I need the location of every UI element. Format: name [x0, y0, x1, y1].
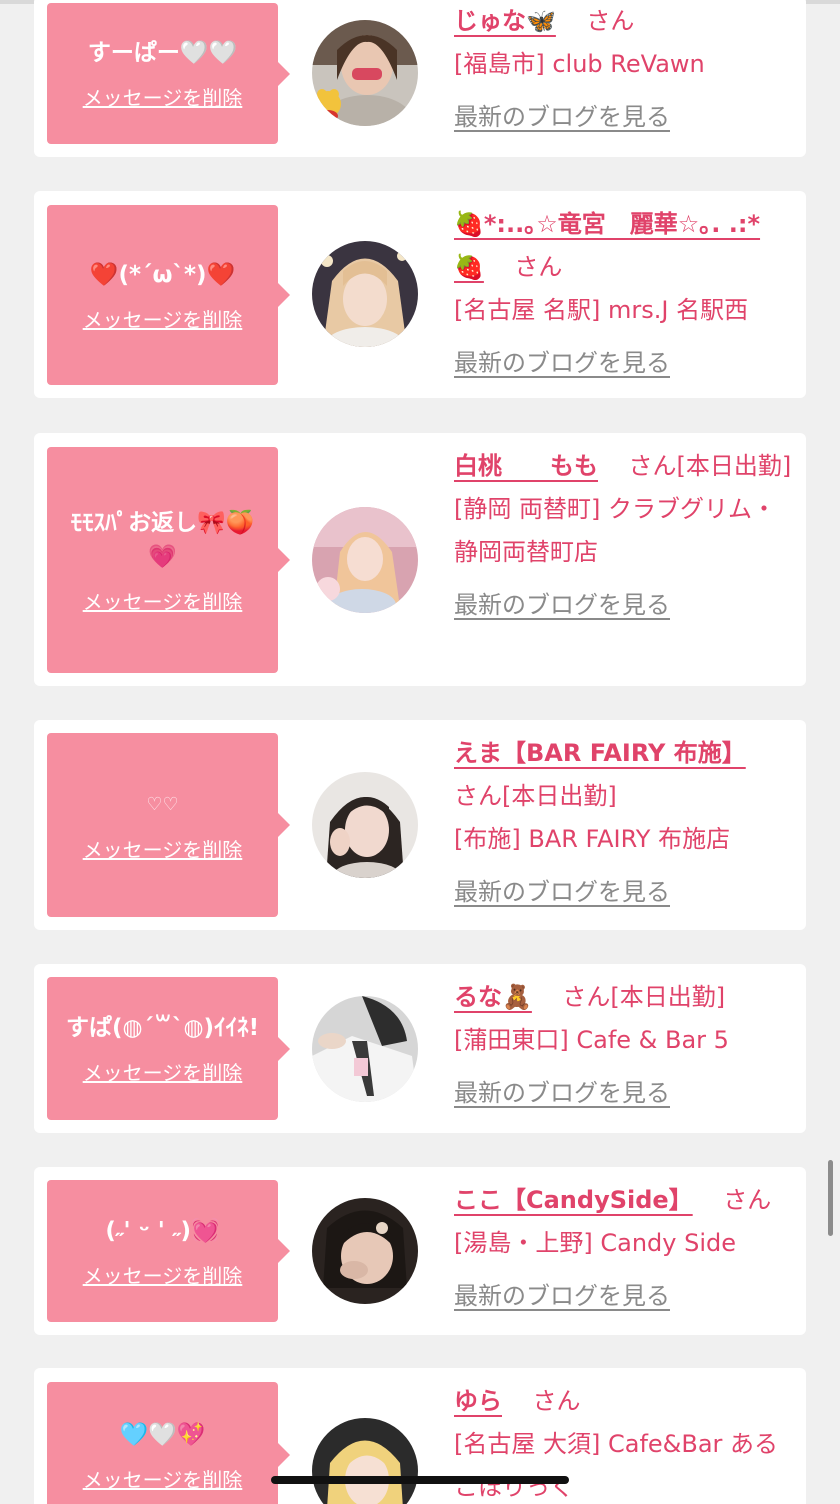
name-line: じゅな🦋 さん — [454, 0, 794, 43]
delete-message-link[interactable]: メッセージを削除 — [83, 1057, 243, 1086]
status-text: [本日出勤] — [676, 452, 792, 480]
status-text: [本日出勤] — [610, 983, 726, 1011]
message-text: ﾓﾓｽﾊﾟお返し🎀🍑💗 — [70, 509, 255, 570]
message-text: すぱ(◍´꒳`◍)ｲｲﾈ! — [65, 1015, 260, 1041]
latest-blog-link[interactable]: 最新のブログを見る — [454, 1275, 670, 1318]
delete-message-link[interactable]: メッセージを削除 — [83, 304, 243, 333]
message-text: ❤️(*´ω`*)❤️ — [89, 261, 236, 288]
message-bubble: ♡♡ メッセージを削除 — [47, 733, 290, 917]
latest-blog-link[interactable]: 最新のブログを見る — [454, 871, 670, 914]
home-indicator — [271, 1476, 569, 1484]
avatar[interactable] — [312, 1418, 418, 1504]
message-bubble: すーぱー🤍🤍 メッセージを削除 — [47, 3, 290, 144]
honorific: さん — [532, 1387, 581, 1415]
cast-info: ここ【CandySide】 さん [湯島・上野] Candy Side 最新のブ… — [454, 1179, 794, 1318]
message-card: すぱ(◍´꒳`◍)ｲｲﾈ! メッセージを削除 るな🧸 さん[本日出勤] [蒲田東… — [34, 964, 806, 1133]
message-bubble: ❤️(*´ω`*)❤️ メッセージを削除 — [47, 205, 290, 385]
cast-name-link[interactable]: ここ【CandySide】 — [454, 1186, 693, 1214]
message-text: ♡♡ — [146, 793, 179, 815]
cast-name-link[interactable]: 白桃 もも — [454, 452, 598, 480]
name-line: えま【BAR FAIRY 布施】 さん[本日出勤] — [454, 732, 794, 818]
honorific: さん — [562, 983, 611, 1011]
honorific: さん — [454, 782, 502, 810]
cast-info: 🍓*:..｡☆竜宮 麗華☆｡. .:*🍓 さん [名古屋 名駅] mrs.J 名… — [454, 203, 794, 385]
delete-message-link[interactable]: メッセージを削除 — [83, 1260, 243, 1289]
area-shop: [湯島・上野] Candy Side — [454, 1229, 736, 1257]
honorific: さん — [586, 7, 635, 35]
avatar-photo — [312, 1198, 418, 1304]
latest-blog-link[interactable]: 最新のブログを見る — [454, 584, 670, 627]
delete-message-link[interactable]: メッセージを削除 — [83, 82, 243, 111]
area-shop: [静岡 両替町] クラブグリム・静岡両替町店 — [454, 495, 776, 566]
message-card: ❤️(*´ω`*)❤️ メッセージを削除 🍓*:..｡☆竜宮 麗華☆｡. .:*… — [34, 191, 806, 398]
message-bubble: (˶' ᵕ ' ˶)💓 メッセージを削除 — [47, 1180, 290, 1322]
cast-name-link[interactable]: 🍓*:..｡☆竜宮 麗華☆｡. .:*🍓 — [454, 210, 760, 281]
name-line: 白桃 もも さん[本日出勤] — [454, 445, 794, 488]
message-text: すーぱー🤍🤍 — [87, 40, 238, 66]
avatar-photo — [312, 996, 418, 1102]
name-line: るな🧸 さん[本日出勤] — [454, 976, 794, 1019]
message-card: (˶' ᵕ ' ˶)💓 メッセージを削除 ここ【CandySide】 さん [湯… — [34, 1167, 806, 1335]
message-card: ♡♡ メッセージを削除 えま【BAR FAIRY 布施】 さん[本日出勤] [布… — [34, 720, 806, 930]
avatar[interactable] — [312, 772, 418, 878]
delete-message-link[interactable]: メッセージを削除 — [83, 834, 243, 863]
avatar-photo — [312, 241, 418, 347]
scrollbar-thumb[interactable] — [828, 1160, 833, 1236]
cast-name-link[interactable]: るな🧸 — [454, 983, 532, 1011]
avatar[interactable] — [312, 507, 418, 613]
avatar-photo — [312, 1418, 418, 1504]
area-shop: [布施] BAR FAIRY 布施店 — [454, 825, 731, 853]
cast-info: 白桃 もも さん[本日出勤] [静岡 両替町] クラブグリム・静岡両替町店 最新… — [454, 445, 794, 627]
avatar[interactable] — [312, 1198, 418, 1304]
avatar[interactable] — [312, 241, 418, 347]
name-line: ここ【CandySide】 さん — [454, 1179, 794, 1222]
area-shop: [名古屋 名駅] mrs.J 名駅西 — [454, 296, 749, 324]
message-text: (˶' ᵕ ' ˶)💓 — [105, 1217, 220, 1244]
avatar-photo — [312, 20, 418, 126]
delete-message-link[interactable]: メッセージを削除 — [83, 1464, 243, 1493]
area-shop: [福島市] club ReVawn — [454, 50, 705, 78]
cast-name-link[interactable]: ゆら — [454, 1387, 502, 1415]
message-card: すーぱー🤍🤍 メッセージを削除 じゅな🦋 さん [福島市] club ReVaw… — [34, 0, 806, 157]
honorific: さん — [514, 253, 563, 281]
cast-info: るな🧸 さん[本日出勤] [蒲田東口] Cafe & Bar 5 最新のブログを… — [454, 976, 794, 1115]
message-bubble: ﾓﾓｽﾊﾟお返し🎀🍑💗 メッセージを削除 — [47, 447, 290, 673]
latest-blog-link[interactable]: 最新のブログを見る — [454, 96, 670, 139]
message-list-page: すーぱー🤍🤍 メッセージを削除 じゅな🦋 さん [福島市] club ReVaw… — [0, 0, 840, 1504]
status-text: [本日出勤] — [502, 782, 617, 810]
name-line: 🍓*:..｡☆竜宮 麗華☆｡. .:*🍓 さん — [454, 203, 794, 289]
cast-name-link[interactable]: えま【BAR FAIRY 布施】 — [454, 739, 746, 767]
message-bubble: 🩵🤍💖 メッセージを削除 — [47, 1382, 290, 1504]
delete-message-link[interactable]: メッセージを削除 — [83, 586, 243, 615]
latest-blog-link[interactable]: 最新のブログを見る — [454, 342, 670, 385]
message-bubble: すぱ(◍´꒳`◍)ｲｲﾈ! メッセージを削除 — [47, 977, 290, 1120]
avatar[interactable] — [312, 20, 418, 126]
name-line: ゆら さん — [454, 1380, 794, 1423]
avatar[interactable] — [312, 996, 418, 1102]
latest-blog-link[interactable]: 最新のブログを見る — [454, 1072, 670, 1115]
cast-info: ゆら さん [名古屋 大須] Cafe&Bar あるこほりっく — [454, 1380, 794, 1504]
area-shop: [蒲田東口] Cafe & Bar 5 — [454, 1026, 729, 1054]
honorific: さん — [723, 1186, 772, 1214]
message-card: ﾓﾓｽﾊﾟお返し🎀🍑💗 メッセージを削除 白桃 もも さん[本日出勤] [静岡 … — [34, 433, 806, 686]
message-text: 🩵🤍💖 — [119, 1421, 206, 1448]
cast-name-link[interactable]: じゅな🦋 — [454, 7, 556, 35]
honorific: さん — [628, 452, 677, 480]
area-shop: [名古屋 大須] Cafe&Bar あるこほりっく — [454, 1430, 779, 1501]
avatar-photo — [312, 507, 418, 613]
cast-info: じゅな🦋 さん [福島市] club ReVawn 最新のブログを見る — [454, 0, 794, 139]
cast-info: えま【BAR FAIRY 布施】 さん[本日出勤] [布施] BAR FAIRY… — [454, 732, 794, 914]
avatar-photo — [312, 772, 418, 878]
